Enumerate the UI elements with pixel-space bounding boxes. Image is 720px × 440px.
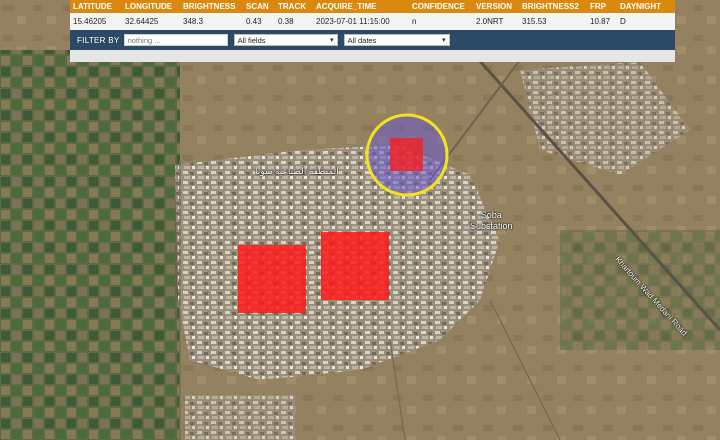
fire-detection-marker[interactable]	[390, 138, 423, 171]
cell-brightness: 348.3	[183, 17, 204, 26]
col-brightness[interactable]: BRIGHTNESS	[180, 2, 243, 11]
col-scan[interactable]: SCAN	[243, 2, 275, 11]
cell-latitude: 15.46205	[73, 17, 107, 26]
field-select-value: All fields	[237, 35, 266, 45]
filter-label: FILTER BY	[77, 35, 120, 45]
cell-version: 2.0NRT	[476, 17, 504, 26]
col-brightness2[interactable]: BRIGHTNESS2	[519, 2, 587, 11]
date-select[interactable]: All dates ▾	[343, 34, 450, 46]
urban-area-sw	[185, 395, 295, 440]
label-soba-substation: Soba Substation	[470, 210, 513, 232]
satellite-map[interactable]	[0, 0, 720, 440]
farmland-area	[0, 50, 180, 440]
col-track[interactable]: TRACK	[275, 2, 313, 11]
label-arabic-area: المنطقة الصناعية سوبا	[255, 166, 339, 176]
filter-bar: FILTER BY All fields ▾ All dates ▾	[70, 30, 675, 50]
col-longitude[interactable]: LONGITUDE	[122, 2, 180, 11]
table-header: LATITUDE LONGITUDE BRIGHTNESS SCAN TRACK…	[70, 0, 675, 13]
col-latitude[interactable]: LATITUDE	[70, 2, 122, 11]
col-frp[interactable]: FRP	[587, 2, 617, 11]
field-select[interactable]: All fields ▾	[233, 34, 338, 46]
panel-footer	[70, 50, 675, 62]
cell-track: 0.38	[278, 17, 294, 26]
fire-detection-marker[interactable]	[321, 232, 389, 300]
label-line2: Substation	[470, 221, 513, 231]
cell-acquire-time: 2023-07-01 11:15:00	[316, 17, 390, 26]
date-select-value: All dates	[347, 35, 377, 45]
table-row[interactable]: 15.46205 32.64425 348.3 0.43 0.38 2023-0…	[70, 13, 675, 30]
cell-confidence: n	[412, 17, 417, 26]
label-line1: Soba	[480, 210, 502, 220]
col-acquire-time[interactable]: ACQUIRE_TIME	[313, 2, 409, 11]
cell-longitude: 32.64425	[125, 17, 159, 26]
cell-frp: 10.87	[590, 17, 611, 26]
cell-daynight: D	[620, 17, 626, 26]
chevron-down-icon: ▾	[442, 37, 446, 44]
fire-detection-marker[interactable]	[238, 245, 306, 313]
cell-brightness2: 315.53	[522, 17, 547, 26]
filter-search-input[interactable]	[123, 34, 228, 46]
col-confidence[interactable]: CONFIDENCE	[409, 2, 473, 11]
chevron-down-icon: ▾	[330, 37, 334, 44]
cell-scan: 0.43	[246, 17, 262, 26]
col-daynight[interactable]: DAYNIGHT	[617, 2, 675, 11]
col-version[interactable]: VERSION	[473, 2, 519, 11]
data-table-panel: LATITUDE LONGITUDE BRIGHTNESS SCAN TRACK…	[70, 0, 675, 62]
